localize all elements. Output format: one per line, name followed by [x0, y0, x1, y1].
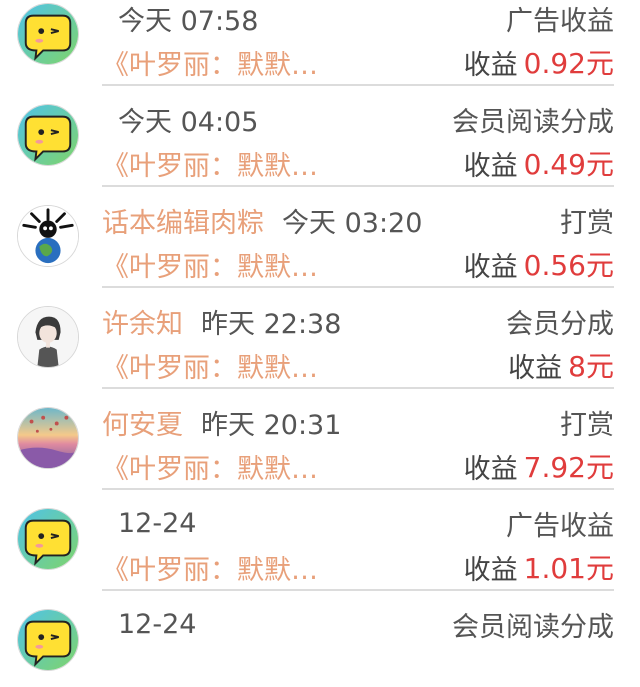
avatar[interactable] [17, 508, 79, 570]
earning-label: 收益 [463, 453, 518, 485]
detail-line: 《叶罗丽：默默… 收益 7.92元 [102, 446, 614, 486]
user-name[interactable]: 话本编辑肉粽 [102, 201, 264, 240]
earning-amount: 0.92元 [523, 47, 614, 80]
yellow-face-icon [18, 509, 78, 569]
list-item[interactable]: 12-24 会员阅读分成 [0, 586, 640, 687]
avatar[interactable] [17, 205, 79, 267]
earning-type: 会员分成 [506, 308, 614, 340]
earning-type: 打赏 [560, 207, 614, 239]
detail-line: 《叶罗丽：默默… 收益 0.49元 [102, 143, 614, 183]
meta-line: 话本编辑肉粽 今天 03:20 打赏 [102, 200, 614, 240]
sunset-balloons-icon [18, 408, 78, 468]
list-item[interactable]: 今天 07:58 广告收益 《叶罗丽：默默… 收益 0.92元 [0, 0, 640, 86]
avatar[interactable] [17, 3, 79, 65]
list-item[interactable]: 许余知 昨天 22:38 会员分成 《叶罗丽：默默… 收益 8元 [0, 283, 640, 389]
earning-label: 收益 [463, 150, 518, 182]
earning-amount: 8元 [568, 350, 614, 383]
earth-skull-icon [18, 206, 78, 266]
earning-amount: 7.92元 [523, 451, 614, 484]
detail-line: 《叶罗丽：默默… 收益 1.01元 [102, 547, 614, 587]
book-title-link[interactable]: 《叶罗丽：默默… [102, 245, 318, 284]
earning-type: 会员阅读分成 [452, 106, 614, 138]
earning-type: 打赏 [560, 409, 614, 441]
list-item[interactable]: 何安夏 昨天 20:31 打赏 《叶罗丽：默默… 收益 7.92元 [0, 384, 640, 490]
list-item[interactable]: 12-24 广告收益 《叶罗丽：默默… 收益 1.01元 [0, 485, 640, 591]
meta-line: 许余知 昨天 22:38 会员分成 [102, 301, 614, 341]
user-name[interactable]: 许余知 [102, 302, 183, 341]
sketch-person-icon [18, 307, 78, 367]
timestamp: 昨天 22:38 [201, 308, 342, 340]
avatar[interactable] [17, 104, 79, 166]
book-title-link[interactable]: 《叶罗丽：默默… [102, 548, 318, 587]
book-title-link[interactable]: 《叶罗丽：默默… [102, 43, 318, 82]
earning-label: 收益 [463, 251, 518, 283]
earning-label: 收益 [463, 554, 518, 586]
earning-type: 广告收益 [506, 5, 614, 37]
timestamp: 12-24 [118, 608, 197, 640]
earnings-list: 今天 07:58 广告收益 《叶罗丽：默默… 收益 0.92元 今天 04:05… [0, 0, 640, 687]
meta-line: 12-24 广告收益 [102, 503, 614, 543]
yellow-face-icon [18, 4, 78, 64]
book-title-link[interactable]: 《叶罗丽：默默… [102, 346, 318, 385]
user-name[interactable]: 何安夏 [102, 403, 183, 442]
avatar[interactable] [17, 306, 79, 368]
earning-type: 会员阅读分成 [452, 611, 614, 643]
avatar[interactable] [17, 609, 79, 671]
yellow-face-icon [18, 105, 78, 165]
detail-line: 《叶罗丽：默默… 收益 0.92元 [102, 42, 614, 82]
list-item[interactable]: 话本编辑肉粽 今天 03:20 打赏 《叶罗丽：默默… 收益 0.56元 [0, 182, 640, 288]
earning-amount: 0.49元 [523, 148, 614, 181]
earning-label: 收益 [463, 49, 518, 81]
timestamp: 今天 03:20 [282, 207, 423, 239]
earning-type: 广告收益 [506, 510, 614, 542]
earning-amount: 0.56元 [523, 249, 614, 282]
meta-line: 今天 04:05 会员阅读分成 [102, 99, 614, 139]
earning-amount: 1.01元 [523, 552, 614, 585]
avatar[interactable] [17, 407, 79, 469]
list-item[interactable]: 今天 04:05 会员阅读分成 《叶罗丽：默默… 收益 0.49元 [0, 81, 640, 187]
meta-line: 今天 07:58 广告收益 [102, 0, 614, 38]
meta-line: 12-24 会员阅读分成 [102, 604, 614, 644]
detail-line: 《叶罗丽：默默… 收益 8元 [102, 345, 614, 385]
timestamp: 昨天 20:31 [201, 409, 342, 441]
meta-line: 何安夏 昨天 20:31 打赏 [102, 402, 614, 442]
timestamp: 今天 07:58 [118, 5, 259, 37]
book-title-link[interactable]: 《叶罗丽：默默… [102, 447, 318, 486]
timestamp: 今天 04:05 [118, 106, 259, 138]
earning-label: 收益 [508, 352, 563, 384]
book-title-link[interactable]: 《叶罗丽：默默… [102, 144, 318, 183]
detail-line: 《叶罗丽：默默… 收益 0.56元 [102, 244, 614, 284]
timestamp: 12-24 [118, 507, 197, 539]
yellow-face-icon [18, 610, 78, 670]
